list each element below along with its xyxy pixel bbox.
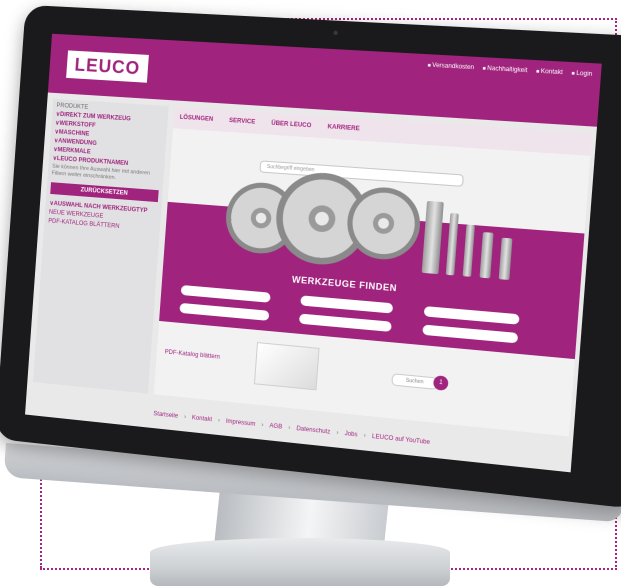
tab[interactable]: LÖSUNGEN — [179, 115, 213, 123]
monitor: LEUCO Versandkosten Nachhaltigkeit Konta… — [0, 0, 621, 586]
filter-field[interactable] — [298, 313, 392, 332]
router-bit-image — [462, 224, 475, 277]
monitor-bezel: LEUCO Versandkosten Nachhaltigkeit Konta… — [0, 4, 621, 510]
reset-button[interactable]: ZURÜCKSETZEN — [50, 182, 159, 203]
topnav-item[interactable]: Login — [571, 70, 592, 78]
catalog-link[interactable]: PDF-Katalog blättern — [164, 349, 220, 360]
hero-banner: WERKZEUGE FINDEN — [159, 169, 585, 360]
router-bit-image — [445, 212, 459, 276]
footer-link[interactable]: Impressum — [226, 419, 256, 428]
sidebar: PRODUKTE DIREKT ZUM WERKZEUG WERKSTOFF M… — [33, 98, 169, 394]
tab[interactable]: ÜBER LEUCO — [271, 121, 312, 130]
tab[interactable]: SERVICE — [229, 118, 256, 126]
router-bit-image — [421, 200, 444, 275]
main-content: LÖSUNGEN SERVICE ÜBER LEUCO KARRIERE Suc… — [153, 106, 593, 437]
results-badge: 1 — [432, 375, 449, 391]
filter-field[interactable] — [300, 295, 394, 314]
brand-logo[interactable]: LEUCO — [66, 50, 149, 83]
filter-field[interactable] — [180, 284, 271, 303]
footer-link[interactable]: Kontakt — [192, 415, 213, 423]
filter-field[interactable] — [422, 324, 519, 344]
topnav-item[interactable]: Versandkosten — [427, 62, 474, 72]
router-bit-image — [479, 232, 494, 279]
footer-link[interactable]: LEUCO auf YouTube — [372, 434, 430, 446]
topnav-item[interactable]: Kontakt — [536, 68, 563, 77]
router-bit-image — [498, 237, 513, 281]
filter-field[interactable] — [423, 306, 520, 325]
footer-link[interactable]: Jobs — [344, 431, 357, 438]
search-input[interactable]: Suchbegriff eingeben — [259, 160, 464, 187]
footer-link[interactable]: Startseite — [153, 411, 178, 420]
footer-link[interactable]: AGB — [269, 423, 282, 430]
catalog-image[interactable] — [253, 342, 320, 391]
screen: LEUCO Versandkosten Nachhaltigkeit Konta… — [25, 33, 602, 473]
tab[interactable]: KARRIERE — [327, 124, 360, 132]
filter-field[interactable] — [179, 302, 270, 321]
top-nav: Versandkosten Nachhaltigkeit Kontakt Log… — [427, 62, 592, 78]
hero-title: WERKZEUGE FINDEN — [291, 274, 398, 294]
logo-text: LEUCO — [74, 54, 141, 78]
footer-link[interactable]: Datenschutz — [296, 426, 330, 436]
topnav-item[interactable]: Nachhaltigkeit — [482, 66, 528, 74]
search-button[interactable]: Suchen — [391, 373, 439, 390]
camera-icon — [333, 30, 338, 35]
